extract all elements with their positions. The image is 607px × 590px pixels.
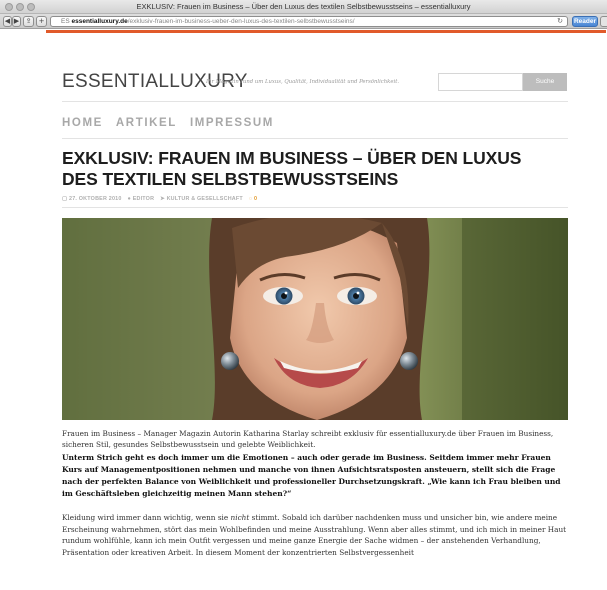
post-comments[interactable]: ◌ 0 xyxy=(249,196,257,202)
main-nav: HOME ARTIKEL IMPRESSUM xyxy=(62,117,274,129)
search-input[interactable] xyxy=(438,73,523,91)
share-icon: ⇪ xyxy=(25,17,32,25)
image-caption: Frauen im Business – Manager Magazin Aut… xyxy=(62,429,554,449)
browser-toolbar: ◀ ▶ ⇪ + ES essentialluxury.de/exklusiv-f… xyxy=(0,14,607,29)
article-lead: Unterm Strich geht es doch immer um die … xyxy=(62,453,561,498)
plus-icon: + xyxy=(38,17,45,25)
address-bar[interactable]: ES essentialluxury.de/exklusiv-frauen-im… xyxy=(50,16,568,27)
forward-button[interactable]: ▶ xyxy=(12,16,21,27)
window-title: EXKLUSIV: Frauen im Business – Über den … xyxy=(136,2,471,11)
forward-arrow-icon: ▶ xyxy=(13,17,20,25)
url-path: /exklusiv-frauen-im-business-ueber-den-l… xyxy=(127,18,355,25)
article-title: EXKLUSIV: FRAUEN IM BUSINESS – ÜBER DEN … xyxy=(62,148,522,189)
nav-item-artikel[interactable]: ARTIKEL xyxy=(116,117,177,129)
url-prefix: ES xyxy=(61,18,70,25)
back-button[interactable]: ◀ xyxy=(3,16,12,27)
reader-button[interactable]: Reader xyxy=(572,16,598,27)
window-titlebar: EXKLUSIV: Frauen im Business – Über den … xyxy=(0,0,607,14)
post-date: ▢ 27. OKTOBER 2010 xyxy=(62,196,122,202)
hero-image xyxy=(62,218,568,420)
search-button[interactable]: Suche xyxy=(523,73,567,91)
accent-bar xyxy=(46,30,606,33)
header-divider xyxy=(62,101,568,102)
nav-item-impressum[interactable]: IMPRESSUM xyxy=(190,117,274,129)
calendar-icon: ▢ xyxy=(62,196,69,202)
nav-divider xyxy=(62,138,568,139)
post-author[interactable]: ● EDITOR xyxy=(128,196,155,202)
nav-item-home[interactable]: HOME xyxy=(62,117,103,129)
url-domain: essentialluxury.de xyxy=(71,18,128,25)
share-button[interactable]: ⇪ xyxy=(23,16,34,27)
post-category[interactable]: ➤ KULTUR & GESELLSCHAFT xyxy=(160,196,243,202)
reload-icon[interactable]: ↻ xyxy=(557,17,563,26)
article-meta: ▢ 27. OKTOBER 2010 ● EDITOR ➤ KULTUR & G… xyxy=(62,196,257,202)
back-arrow-icon: ◀ xyxy=(4,17,11,25)
add-bookmark-button[interactable]: + xyxy=(36,16,47,27)
article-body: Kleidung wird immer dann wichtig, wenn s… xyxy=(62,513,567,557)
site-tagline: Ihr Magazin rund um Luxus, Qualität, Ind… xyxy=(206,79,400,85)
meta-divider xyxy=(62,207,568,208)
toolbar-overflow-button[interactable] xyxy=(600,16,607,27)
